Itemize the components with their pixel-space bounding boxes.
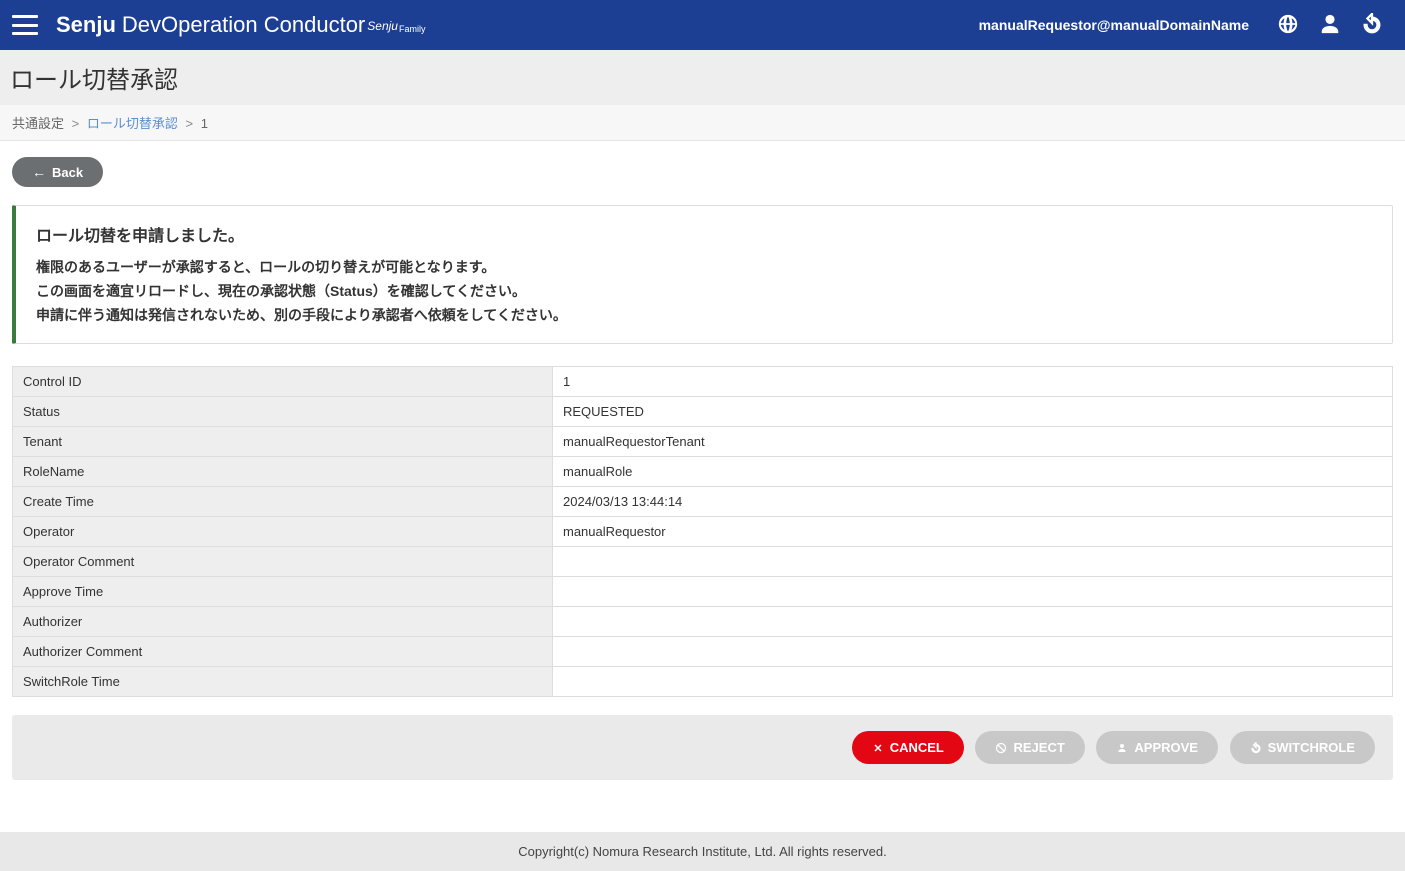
field-value: REQUESTED bbox=[553, 397, 1393, 427]
notice-line: 申請に伴う通知は発信されないため、別の手段により承認者へ依頼をしてください。 bbox=[36, 304, 1372, 328]
cancel-button[interactable]: CANCEL bbox=[852, 731, 964, 764]
breadcrumb: 共通設定 > ロール切替承認 > 1 bbox=[0, 105, 1405, 141]
brand-senju: Senju bbox=[56, 12, 116, 38]
breadcrumb-sep: > bbox=[72, 116, 80, 131]
field-label: Authorizer bbox=[13, 607, 553, 637]
back-label: Back bbox=[52, 165, 83, 180]
field-label: Status bbox=[13, 397, 553, 427]
table-row: Control ID1 bbox=[13, 367, 1393, 397]
field-label: RoleName bbox=[13, 457, 553, 487]
field-value: 1 bbox=[553, 367, 1393, 397]
table-row: OperatormanualRequestor bbox=[13, 517, 1393, 547]
table-row: RoleNamemanualRole bbox=[13, 457, 1393, 487]
user-icon[interactable] bbox=[1319, 13, 1341, 38]
field-value bbox=[553, 667, 1393, 697]
app-header: Senju DevOperation Conductor Senju Famil… bbox=[0, 0, 1405, 50]
table-row: Authorizer Comment bbox=[13, 637, 1393, 667]
field-label: Tenant bbox=[13, 427, 553, 457]
field-value: manualRole bbox=[553, 457, 1393, 487]
field-label: Approve Time bbox=[13, 577, 553, 607]
field-label: Authorizer Comment bbox=[13, 637, 553, 667]
table-row: SwitchRole Time bbox=[13, 667, 1393, 697]
detail-table: Control ID1 StatusREQUESTED Tenantmanual… bbox=[12, 366, 1393, 697]
page-title: ロール切替承認 bbox=[10, 60, 1391, 95]
back-button[interactable]: ← Back bbox=[12, 157, 103, 187]
globe-icon[interactable] bbox=[1277, 13, 1299, 38]
approve-button: APPROVE bbox=[1096, 731, 1218, 764]
notice-box: ロール切替を申請しました。 権限のあるユーザーが承認すると、ロールの切り替えが可… bbox=[12, 205, 1393, 344]
table-row: TenantmanualRequestorTenant bbox=[13, 427, 1393, 457]
field-value bbox=[553, 637, 1393, 667]
field-value: manualRequestor bbox=[553, 517, 1393, 547]
table-row: Create Time2024/03/13 13:44:14 bbox=[13, 487, 1393, 517]
field-label: Operator bbox=[13, 517, 553, 547]
breadcrumb-root: 共通設定 bbox=[12, 116, 64, 131]
notice-title: ロール切替を申請しました。 bbox=[36, 222, 1372, 246]
copyright: Copyright(c) Nomura Research Institute, … bbox=[518, 844, 886, 859]
ban-icon bbox=[995, 742, 1007, 754]
field-label: Operator Comment bbox=[13, 547, 553, 577]
approve-label: APPROVE bbox=[1134, 740, 1198, 755]
breadcrumb-sep: > bbox=[186, 116, 194, 131]
table-row: Authorizer bbox=[13, 607, 1393, 637]
footer: Copyright(c) Nomura Research Institute, … bbox=[0, 832, 1405, 871]
table-row: StatusREQUESTED bbox=[13, 397, 1393, 427]
notice-line: この画面を適宜リロードし、現在の承認状態（Status）を確認してください。 bbox=[36, 280, 1372, 304]
table-row: Approve Time bbox=[13, 577, 1393, 607]
page-title-bar: ロール切替承認 bbox=[0, 50, 1405, 105]
refresh-icon bbox=[1250, 742, 1262, 754]
brand-family: Family bbox=[399, 24, 426, 34]
field-value: manualRequestorTenant bbox=[553, 427, 1393, 457]
reject-button: REJECT bbox=[975, 731, 1084, 764]
brand-small: Senju bbox=[367, 19, 398, 33]
brand-rest: DevOperation Conductor bbox=[122, 12, 365, 38]
cancel-label: CANCEL bbox=[890, 740, 944, 755]
field-value bbox=[553, 577, 1393, 607]
reload-icon[interactable] bbox=[1361, 13, 1383, 38]
reject-label: REJECT bbox=[1013, 740, 1064, 755]
switchrole-label: SWITCHROLE bbox=[1268, 740, 1355, 755]
switchrole-button: SWITCHROLE bbox=[1230, 731, 1375, 764]
x-icon bbox=[872, 742, 884, 754]
field-label: Create Time bbox=[13, 487, 553, 517]
app-logo: Senju DevOperation Conductor Senju Famil… bbox=[56, 12, 425, 38]
table-row: Operator Comment bbox=[13, 547, 1393, 577]
field-label: Control ID bbox=[13, 367, 553, 397]
breadcrumb-link[interactable]: ロール切替承認 bbox=[87, 116, 178, 131]
current-user: manualRequestor@manualDomainName bbox=[979, 17, 1249, 33]
action-bar: CANCEL REJECT APPROVE SWITCHROLE bbox=[12, 715, 1393, 780]
field-value: 2024/03/13 13:44:14 bbox=[553, 487, 1393, 517]
field-value bbox=[553, 607, 1393, 637]
menu-icon[interactable] bbox=[12, 15, 38, 35]
breadcrumb-current: 1 bbox=[201, 116, 208, 131]
main-content: ← Back ロール切替を申請しました。 権限のあるユーザーが承認すると、ロール… bbox=[0, 141, 1405, 796]
arrow-left-icon: ← bbox=[32, 164, 46, 180]
field-label: SwitchRole Time bbox=[13, 667, 553, 697]
user-icon bbox=[1116, 742, 1128, 754]
field-value bbox=[553, 547, 1393, 577]
notice-line: 権限のあるユーザーが承認すると、ロールの切り替えが可能となります。 bbox=[36, 256, 1372, 280]
